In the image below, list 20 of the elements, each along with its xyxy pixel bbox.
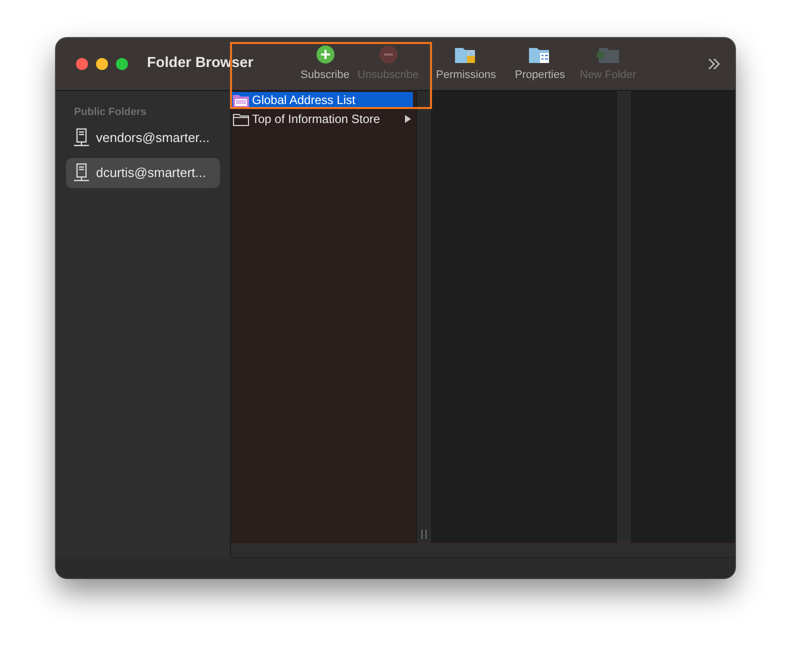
section-heading: Public Folders	[73, 105, 148, 120]
sidebar-item[interactable]: vendors@smarter...	[66, 122, 220, 153]
folder-row[interactable]: Global Address List	[231, 92, 413, 108]
toolbar-button[interactable]: Properties	[507, 44, 573, 84]
sidebar-item[interactable]: dcurtis@smartert...	[66, 158, 220, 188]
horizontal-scrollbar[interactable]	[231, 543, 735, 558]
plus-circle-icon	[316, 44, 334, 64]
minus-circle-icon	[378, 44, 398, 64]
window-control-icon[interactable]	[96, 58, 108, 70]
toolbar-button[interactable]: Permissions	[425, 44, 507, 84]
overflow-chevron-icon[interactable]	[707, 57, 721, 71]
address-book-folder-icon	[233, 94, 249, 106]
window-control-icon[interactable]	[116, 58, 128, 70]
server-icon	[73, 128, 90, 148]
folder-row[interactable]: Top of Information Store	[231, 111, 413, 127]
window-control-icon[interactable]	[76, 58, 88, 70]
server-icon	[73, 162, 90, 183]
folder-icon	[233, 112, 249, 126]
resize-grip-icon[interactable]	[421, 530, 427, 539]
toolbar-button[interactable]: Subscribe	[299, 44, 351, 84]
